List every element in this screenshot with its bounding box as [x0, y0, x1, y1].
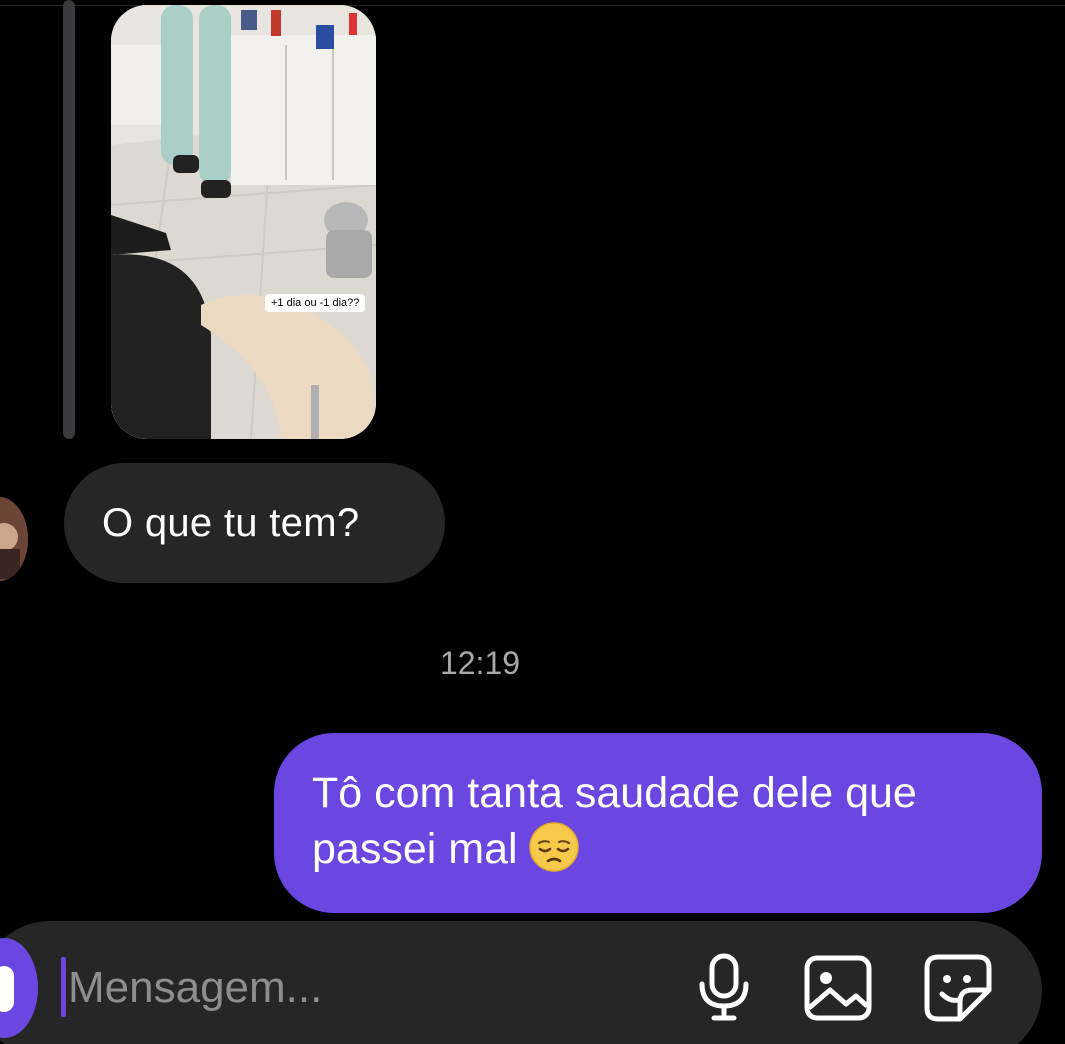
message-input[interactable]	[68, 955, 628, 1021]
avatar-image	[0, 497, 28, 581]
contact-avatar[interactable]	[0, 497, 28, 581]
outgoing-message-line-2-wrap: passei mal	[312, 821, 1002, 877]
voice-message-button[interactable]	[686, 950, 762, 1026]
text-cursor	[61, 957, 66, 1017]
microphone-icon	[699, 953, 749, 1021]
story-reply-indicator	[63, 0, 75, 439]
outgoing-message-bubble[interactable]: Tô com tanta saudade dele que passei mal	[274, 733, 1042, 913]
story-photo	[111, 5, 376, 439]
outgoing-message-line-1: Tô com tanta saudade dele que	[312, 769, 917, 817]
sticker-button[interactable]	[920, 950, 996, 1026]
pensive-face-icon	[528, 822, 579, 872]
story-reply-preview[interactable]: +1 dia ou -1 dia??	[111, 5, 376, 439]
story-caption: +1 dia ou -1 dia??	[265, 294, 366, 312]
incoming-message-bubble[interactable]: O que tu tem?	[64, 463, 445, 583]
camera-icon	[0, 966, 14, 1012]
message-timestamp: 12:19	[439, 645, 521, 681]
gallery-icon	[804, 955, 872, 1021]
gallery-button[interactable]	[800, 950, 876, 1026]
chat-screen: +1 dia ou -1 dia?? O que tu tem? 12:19 T…	[0, 0, 1065, 1044]
incoming-message-text: O que tu tem?	[102, 500, 360, 545]
outgoing-message-line-2: passei mal	[312, 825, 518, 873]
sticker-icon	[924, 954, 992, 1022]
